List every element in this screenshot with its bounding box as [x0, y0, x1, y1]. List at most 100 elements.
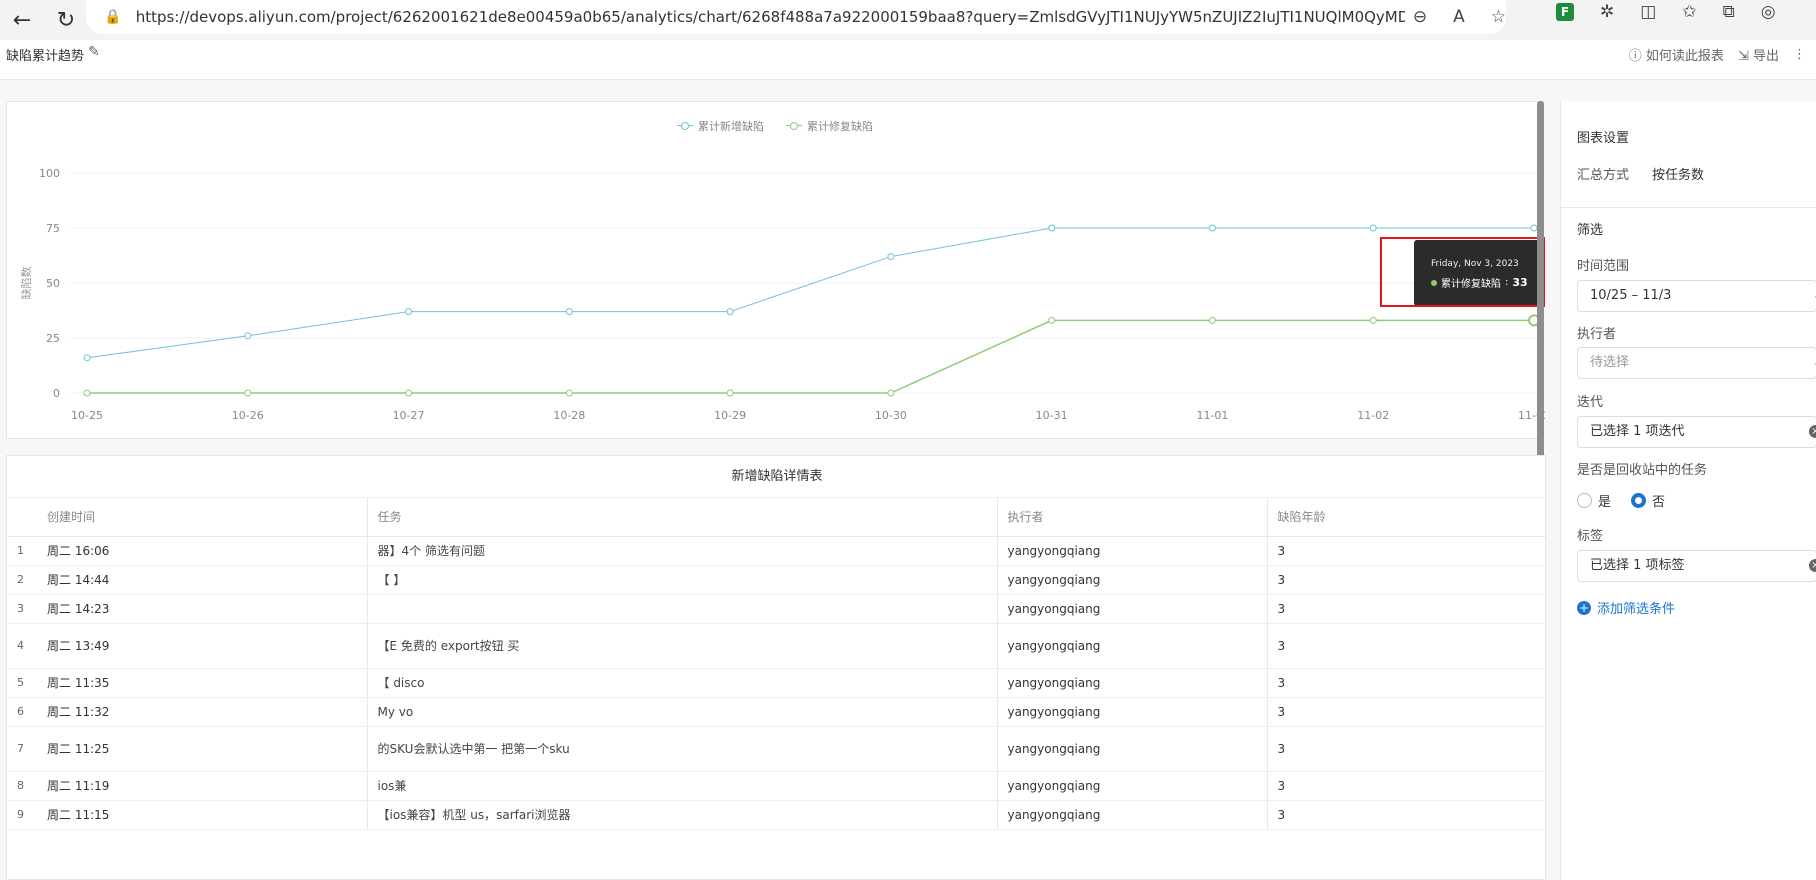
row-index: 7 — [7, 726, 37, 772]
time-range-select[interactable]: 10/25 – 11/3 ⌄ — [1577, 280, 1816, 312]
tag-select[interactable]: 已选择 1 项标签 × — [1577, 550, 1816, 582]
cell-task[interactable]: 【 】 — [366, 565, 997, 595]
extensions-icon[interactable]: ✲ — [1600, 2, 1614, 22]
cell-age: 3 — [1266, 726, 1547, 772]
line-chart: 0 25 50 75 100 缺陷数 10-25 10-26 10-27 10-28 10-29 10… — [19, 167, 1545, 422]
more-icon[interactable]: ⋮ — [1793, 47, 1806, 62]
table-row[interactable]: 8 周二 11:19 ios兼 yangyongqiang 3 — [7, 771, 1547, 801]
detail-table-card: 新增缺陷详情表 创建时间 任务 执行者 缺陷年龄 1 周二 16:06 器】4个 筛… — [6, 455, 1547, 880]
time-range-label: 时间范围 — [1577, 259, 1630, 274]
y-tick-label: 75 — [46, 222, 60, 235]
data-point — [1048, 224, 1056, 232]
col-assignee[interactable]: 执行者 — [996, 498, 1267, 537]
table-row[interactable]: 9 周二 11:15 【ios兼容】机型 us，sarfari浏览器 yangyong… — [7, 800, 1547, 830]
cell-age: 3 — [1266, 565, 1547, 595]
table-row[interactable]: 5 周二 11:35 【 disco yangyongqiang 3 — [7, 668, 1547, 698]
assignee-label: 执行者 — [1577, 327, 1617, 342]
clear-icon[interactable]: × — [1809, 559, 1816, 572]
settings-title: 图表设置 — [1577, 131, 1630, 146]
tag-value: 已选择 1 项标签 — [1590, 558, 1685, 573]
col-age[interactable]: 缺陷年龄 — [1266, 498, 1547, 537]
scrollbar[interactable] — [1537, 101, 1544, 458]
radio-no[interactable] — [1631, 493, 1647, 508]
cell-created: 周二 16:06 — [37, 536, 367, 566]
cell-age: 3 — [1266, 771, 1547, 801]
x-tick-label: 10-26 — [232, 409, 264, 422]
clear-icon[interactable]: × — [1809, 425, 1816, 438]
y-tick-label: 100 — [39, 167, 60, 180]
x-tick-label: 10-27 — [393, 409, 425, 422]
radio-no-label: 否 — [1652, 495, 1666, 510]
data-point — [565, 389, 573, 397]
cell-task[interactable] — [366, 594, 997, 624]
export-label: 导出 — [1752, 49, 1779, 64]
iteration-select[interactable]: 已选择 1 项迭代 × — [1577, 416, 1816, 448]
table-row[interactable]: 4 周二 13:49 【E 免费的 export按钮 买 yangyongqiang 3 — [7, 623, 1547, 669]
favorites-icon[interactable]: ✩ — [1682, 2, 1696, 22]
help-link[interactable]: ⓘ 如何读此报表 — [1629, 45, 1724, 64]
x-tick-label: 10-28 — [553, 409, 585, 422]
radio-yes[interactable] — [1577, 493, 1592, 508]
data-point — [726, 389, 734, 397]
divider — [1561, 207, 1816, 208]
copilot-icon[interactable]: ◎ — [1761, 2, 1776, 22]
radio-yes-label: 是 — [1598, 495, 1612, 510]
cell-assignee: yangyongqiang — [996, 623, 1267, 669]
table-row[interactable]: 1 周二 16:06 器】4个 筛选有问题 yangyongqiang 3 — [7, 536, 1547, 566]
highlight-box — [1380, 237, 1545, 307]
table-row[interactable]: 6 周二 11:32 My vo yangyongqiang 3 — [7, 697, 1547, 727]
split-screen-icon[interactable]: ◫ — [1640, 2, 1656, 22]
data-point — [405, 389, 413, 397]
table-row[interactable]: 2 周二 14:44 【 】 yangyongqiang 3 — [7, 565, 1547, 595]
add-filter-button[interactable]: + 添加筛选条件 — [1577, 598, 1675, 617]
cell-task[interactable]: 的SKU会默认选中第一 把第一个sku — [366, 726, 997, 772]
cell-age: 3 — [1266, 594, 1547, 624]
col-task[interactable]: 任务 — [366, 498, 997, 537]
data-point — [1369, 224, 1377, 232]
y-axis-label: 缺陷数 — [19, 267, 33, 300]
col-created[interactable]: 创建时间 — [37, 498, 367, 537]
y-tick-label: 0 — [53, 387, 60, 400]
extension-icon[interactable]: F — [1556, 3, 1574, 21]
x-tick-label: 11-01 — [1196, 409, 1228, 422]
cell-assignee: yangyongqiang — [996, 594, 1267, 624]
cell-assignee: yangyongqiang — [996, 726, 1267, 772]
row-index: 8 — [7, 771, 37, 801]
cell-created: 周二 14:44 — [37, 565, 367, 595]
table-row[interactable]: 7 周二 11:25 的SKU会默认选中第一 把第一个sku yangyongqian… — [7, 726, 1547, 772]
plus-icon: + — [1577, 600, 1591, 615]
cell-task[interactable]: 【E 免费的 export按钮 买 — [366, 623, 997, 669]
filter-title: 筛选 — [1577, 223, 1604, 238]
cell-task[interactable]: 器】4个 筛选有问题 — [366, 536, 997, 566]
data-point — [887, 253, 895, 261]
cell-created: 周二 11:15 — [37, 800, 367, 830]
export-icon: ⇲ — [1737, 49, 1749, 64]
summary-value[interactable]: 按任务数 — [1652, 164, 1704, 183]
x-tick-label: 11-02 — [1357, 409, 1389, 422]
cell-task[interactable]: ios兼 — [366, 771, 997, 801]
cell-task[interactable]: 【ios兼容】机型 us，sarfari浏览器 — [366, 800, 997, 830]
time-range-value: 10/25 – 11/3 — [1590, 288, 1672, 303]
data-point — [887, 389, 895, 397]
cell-task[interactable]: 【 disco — [366, 668, 997, 698]
x-tick-label: 10-31 — [1036, 409, 1068, 422]
export-button[interactable]: ⇲ 导出 — [1738, 45, 1779, 64]
y-tick-label: 25 — [46, 332, 60, 345]
y-tick-label: 50 — [46, 277, 60, 290]
data-point — [1048, 316, 1056, 324]
assignee-select[interactable]: 待选择 ⌄ — [1577, 347, 1816, 379]
assignee-placeholder: 待选择 — [1590, 355, 1630, 370]
row-index: 2 — [7, 565, 37, 595]
cell-age: 3 — [1266, 800, 1547, 830]
data-point — [1369, 316, 1377, 324]
data-point — [565, 308, 573, 316]
collections-icon[interactable]: ⧉ — [1723, 2, 1735, 22]
cell-age: 3 — [1266, 536, 1547, 566]
add-filter-label: 添加筛选条件 — [1597, 602, 1676, 617]
cell-assignee: yangyongqiang — [996, 668, 1267, 698]
data-point — [244, 389, 252, 397]
col-index — [7, 498, 37, 537]
cell-task[interactable]: My vo — [366, 697, 997, 727]
cell-assignee: yangyongqiang — [996, 697, 1267, 727]
table-row[interactable]: 3 周二 14:23 yangyongqiang 3 — [7, 594, 1547, 624]
